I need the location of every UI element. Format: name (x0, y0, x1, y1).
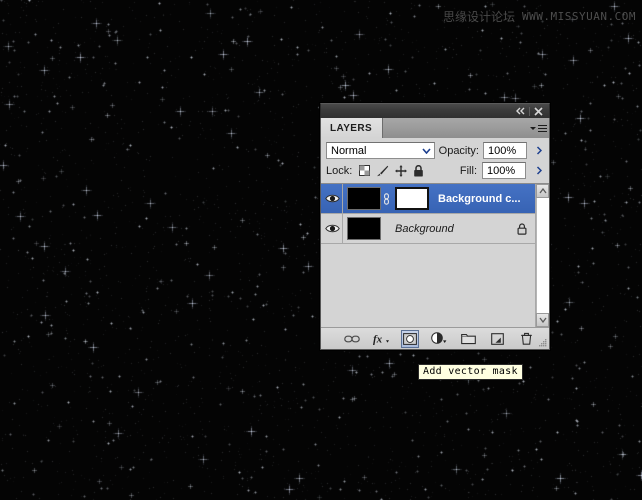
chevron-down-icon (530, 127, 536, 130)
paintbrush-glyph (376, 165, 389, 177)
eye-icon (325, 223, 340, 234)
folder-icon (461, 333, 476, 345)
lock-label: Lock: (326, 165, 352, 177)
panel-tabstrip: LAYERS (320, 118, 550, 138)
new-layer-button[interactable] (488, 330, 506, 348)
close-panel-button[interactable] (531, 105, 546, 118)
mask-link-icon[interactable] (382, 193, 391, 205)
eye-icon (325, 193, 340, 204)
resize-grip-icon (538, 338, 547, 347)
hamburger-icon (538, 125, 547, 132)
svg-text:fx: fx (373, 334, 383, 346)
titlebar-separator (529, 107, 530, 116)
tooltip: Add vector mask (418, 364, 523, 380)
close-icon (534, 107, 543, 116)
select-arrow-glyph (422, 148, 431, 154)
opacity-input[interactable]: 100% (483, 142, 527, 159)
add-layer-mask-icon (403, 333, 417, 345)
lock-fill-row: Lock: (321, 161, 549, 183)
half-filled-circle-icon (431, 332, 447, 345)
delete-layer-button[interactable] (517, 330, 535, 348)
panel-menu-button[interactable] (527, 118, 549, 138)
trash-icon (520, 332, 533, 345)
fill-label: Fill: (460, 165, 477, 177)
layer-visibility-toggle[interactable] (323, 184, 343, 213)
layers-panel-footer: fx (321, 327, 549, 349)
lock-transparent-pixels-icon[interactable] (359, 165, 370, 176)
blend-mode-value: Normal (331, 145, 366, 157)
table-row[interactable]: Background c... (321, 184, 535, 214)
lock-icon-group (359, 165, 424, 177)
opacity-label: Opacity: (439, 145, 479, 157)
double-chevron-left-icon (515, 107, 526, 115)
new-layer-icon (491, 333, 504, 345)
fx-icon: fx (373, 332, 390, 345)
panel-resize-grip[interactable] (538, 338, 547, 347)
opacity-spinner-button[interactable] (532, 142, 545, 159)
chevron-down-icon (539, 317, 547, 323)
table-row[interactable]: Background (321, 214, 535, 244)
chain-link-icon (344, 334, 360, 344)
add-layer-mask-button[interactable] (401, 330, 419, 348)
layer-mask-thumbnail[interactable] (395, 187, 429, 210)
layer-thumbnail[interactable] (347, 187, 381, 210)
new-group-button[interactable] (459, 330, 477, 348)
new-fill-adjustment-layer-button[interactable] (430, 330, 448, 348)
scroll-down-button[interactable] (536, 313, 549, 327)
layer-list: Background c... Background (321, 183, 549, 327)
layer-visibility-toggle[interactable] (323, 214, 343, 243)
layers-panel: LAYERS Normal Opacity: (320, 103, 550, 350)
chain-link-glyph (383, 193, 390, 205)
layer-name: Background (395, 223, 454, 235)
layer-thumbnail[interactable] (347, 217, 381, 240)
layer-locked-badge (517, 223, 527, 235)
tabstrip-filler (383, 118, 527, 138)
checkerboard-square-glyph (359, 165, 370, 176)
lock-image-pixels-icon[interactable] (376, 165, 389, 177)
opacity-value: 100% (488, 145, 516, 157)
layer-name: Background c... (438, 193, 521, 205)
tab-layers[interactable]: LAYERS (321, 118, 383, 138)
screen-stage: 思缘设计论坛 WWW.MISSYUAN.COM LAYERS (0, 0, 642, 500)
lock-all-icon[interactable] (413, 165, 424, 177)
padlock-glyph (413, 165, 424, 177)
lock-position-icon[interactable] (395, 165, 407, 177)
chevron-right-icon (536, 166, 542, 175)
padlock-icon (517, 223, 527, 235)
chevron-down-icon (419, 143, 434, 158)
panel-body: Normal Opacity: 100% (320, 138, 550, 350)
chevron-right-icon (536, 146, 542, 155)
fill-input[interactable]: 100% (482, 162, 526, 179)
layer-rows: Background c... Background (321, 184, 535, 327)
fill-value: 100% (487, 165, 515, 177)
fill-spinner-button[interactable] (532, 162, 545, 179)
add-layer-style-button[interactable]: fx (372, 330, 390, 348)
move-cross-glyph (395, 165, 407, 177)
chevron-up-icon (539, 188, 547, 194)
collapse-to-icons-button[interactable] (513, 105, 528, 118)
link-layers-button[interactable] (343, 330, 361, 348)
blend-opacity-row: Normal Opacity: 100% (321, 138, 549, 161)
layer-list-scrollbar[interactable] (535, 184, 549, 327)
scroll-up-button[interactable] (536, 184, 549, 198)
scrollbar-track[interactable] (536, 198, 549, 313)
panel-titlebar[interactable] (320, 103, 550, 118)
blend-mode-select[interactable]: Normal (326, 142, 435, 159)
